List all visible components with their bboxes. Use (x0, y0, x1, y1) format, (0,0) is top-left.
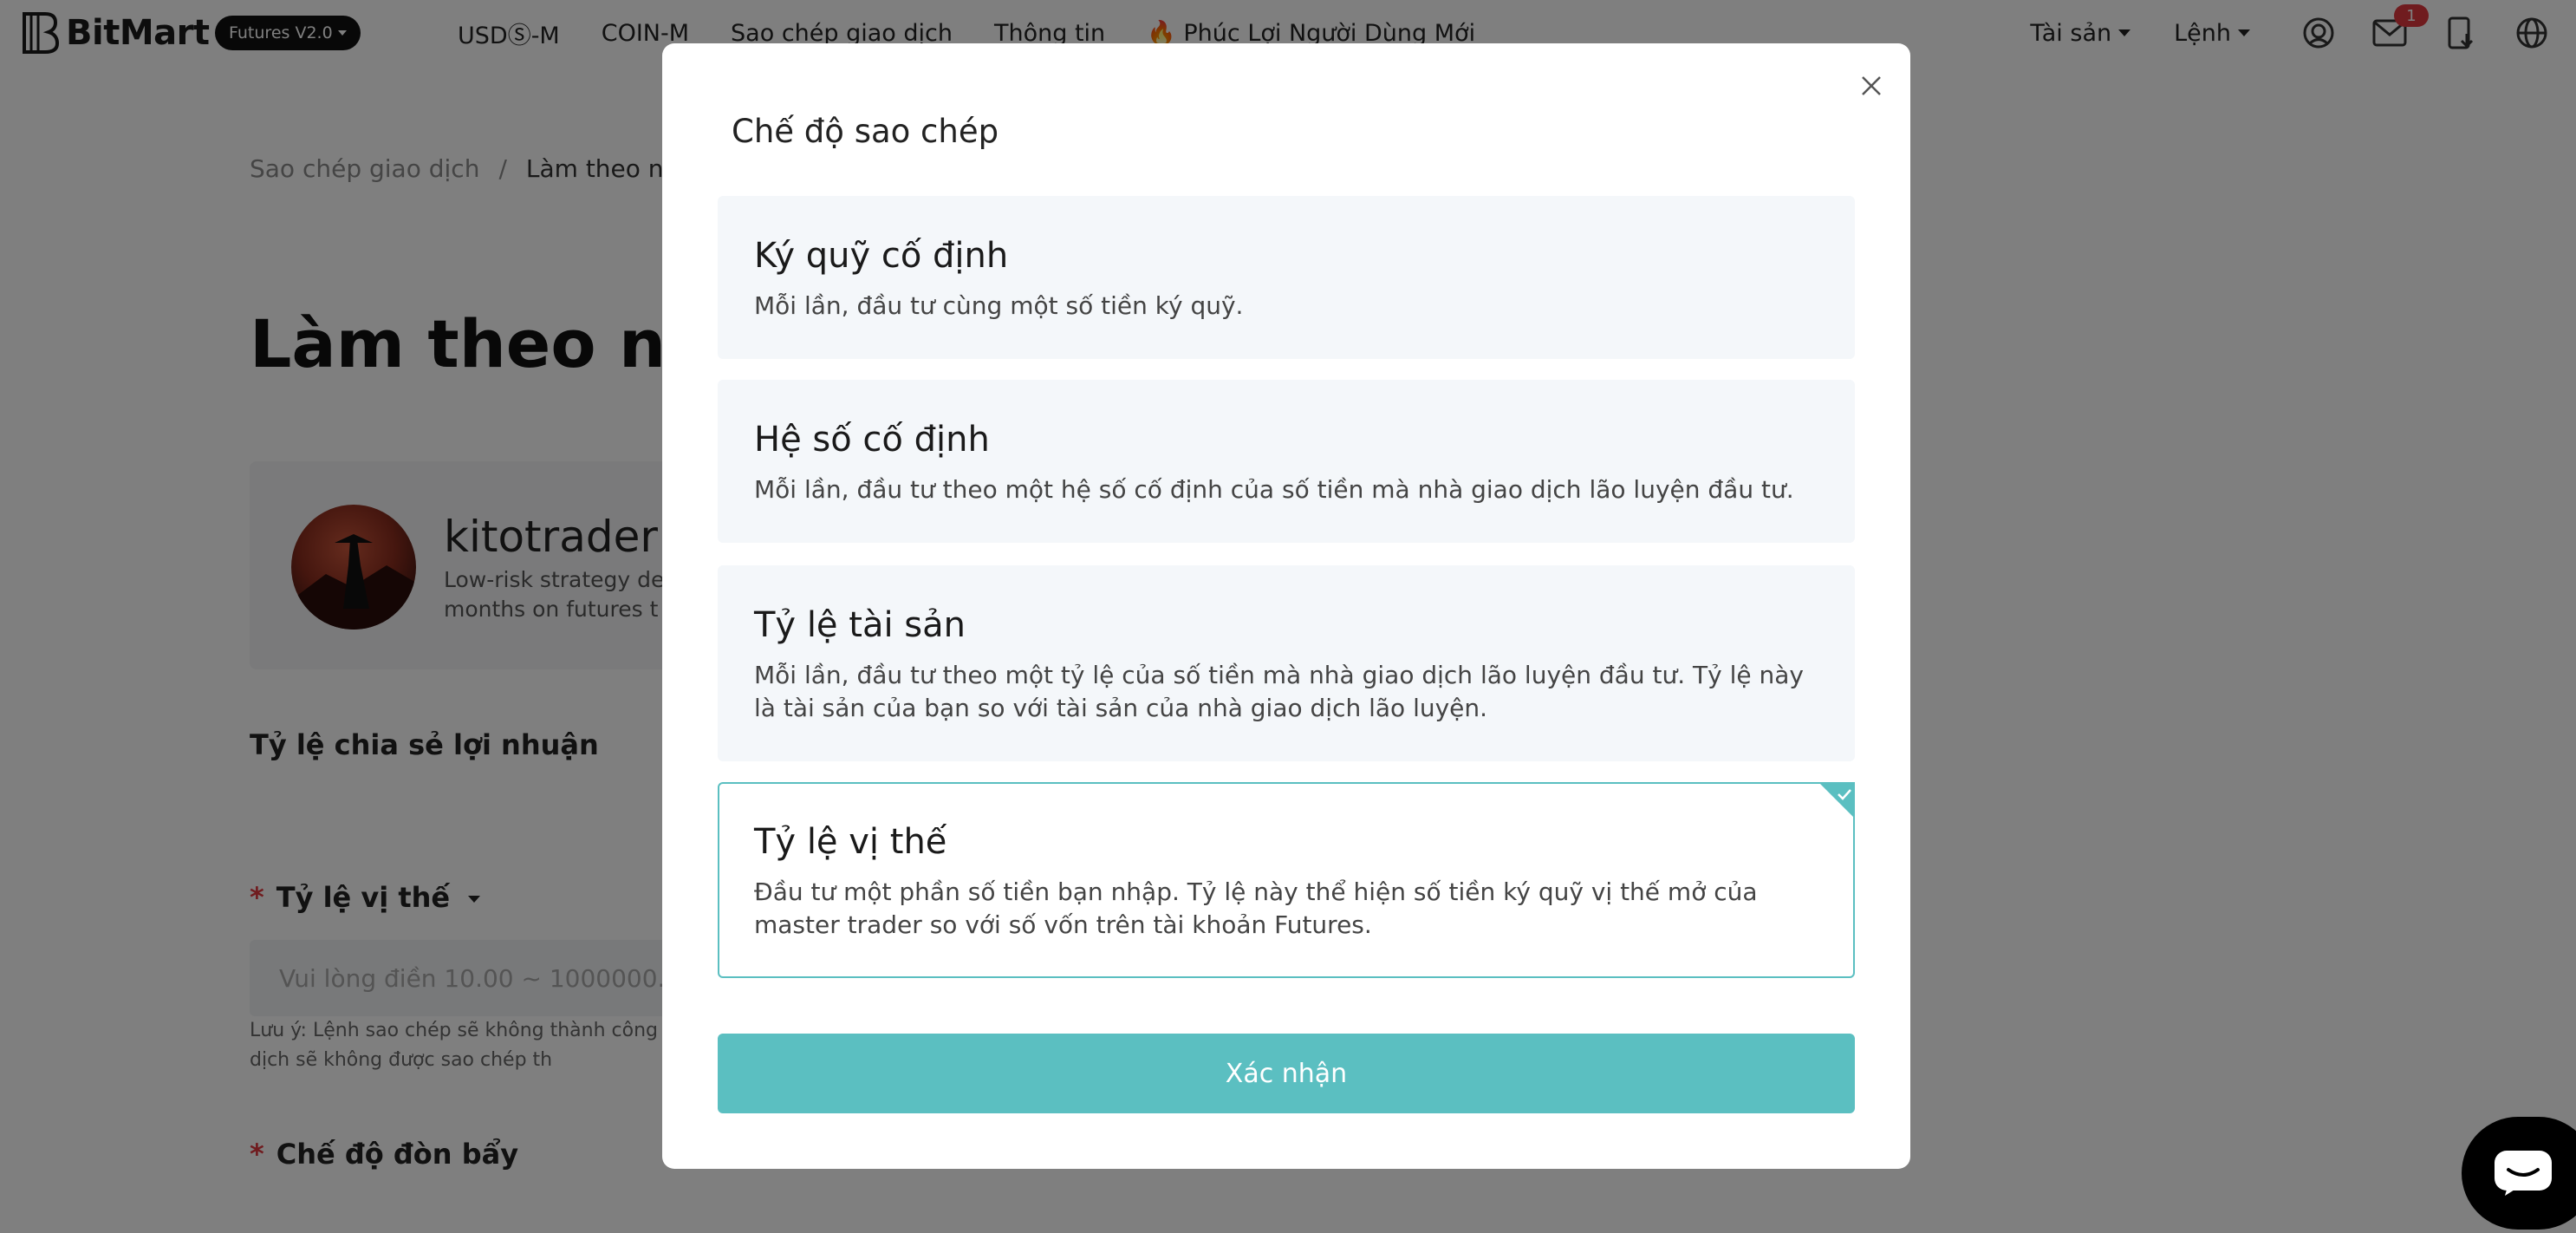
option-description: Mỗi lần, đầu tư cùng một số tiền ký quỹ. (754, 291, 1244, 320)
close-icon[interactable] (1851, 66, 1891, 106)
option-title: Ký quỹ cố định (754, 236, 1009, 276)
option-description: Mỗi lần, đầu tư theo một tỷ lệ của số ti… (754, 661, 1804, 722)
option-description: Mỗi lần, đầu tư theo một hệ số cố định c… (754, 475, 1794, 504)
option-title: Tỷ lệ vị thế (754, 822, 947, 862)
copy-mode-modal: Chế độ sao chép Ký quỹ cố định Mỗi lần, … (662, 43, 1910, 1169)
option-fixed-margin[interactable]: Ký quỹ cố định Mỗi lần, đầu tư cùng một … (718, 196, 1855, 359)
option-title: Tỷ lệ tài sản (754, 605, 966, 645)
option-asset-ratio[interactable]: Tỷ lệ tài sản Mỗi lần, đầu tư theo một t… (718, 565, 1855, 761)
chat-icon (2495, 1151, 2552, 1196)
option-description: Đầu tư một phần số tiền bạn nhập. Tỷ lệ … (754, 877, 1758, 939)
modal-title: Chế độ sao chép (732, 113, 999, 150)
option-title: Hệ số cố định (754, 420, 990, 460)
selected-check-icon (1818, 782, 1855, 819)
chat-support-button[interactable] (2462, 1117, 2576, 1230)
option-fixed-multiplier[interactable]: Hệ số cố định Mỗi lần, đầu tư theo một h… (718, 380, 1855, 543)
option-position-ratio[interactable]: Tỷ lệ vị thế Đầu tư một phần số tiền bạn… (718, 782, 1855, 978)
confirm-button[interactable]: Xác nhận (718, 1034, 1855, 1113)
